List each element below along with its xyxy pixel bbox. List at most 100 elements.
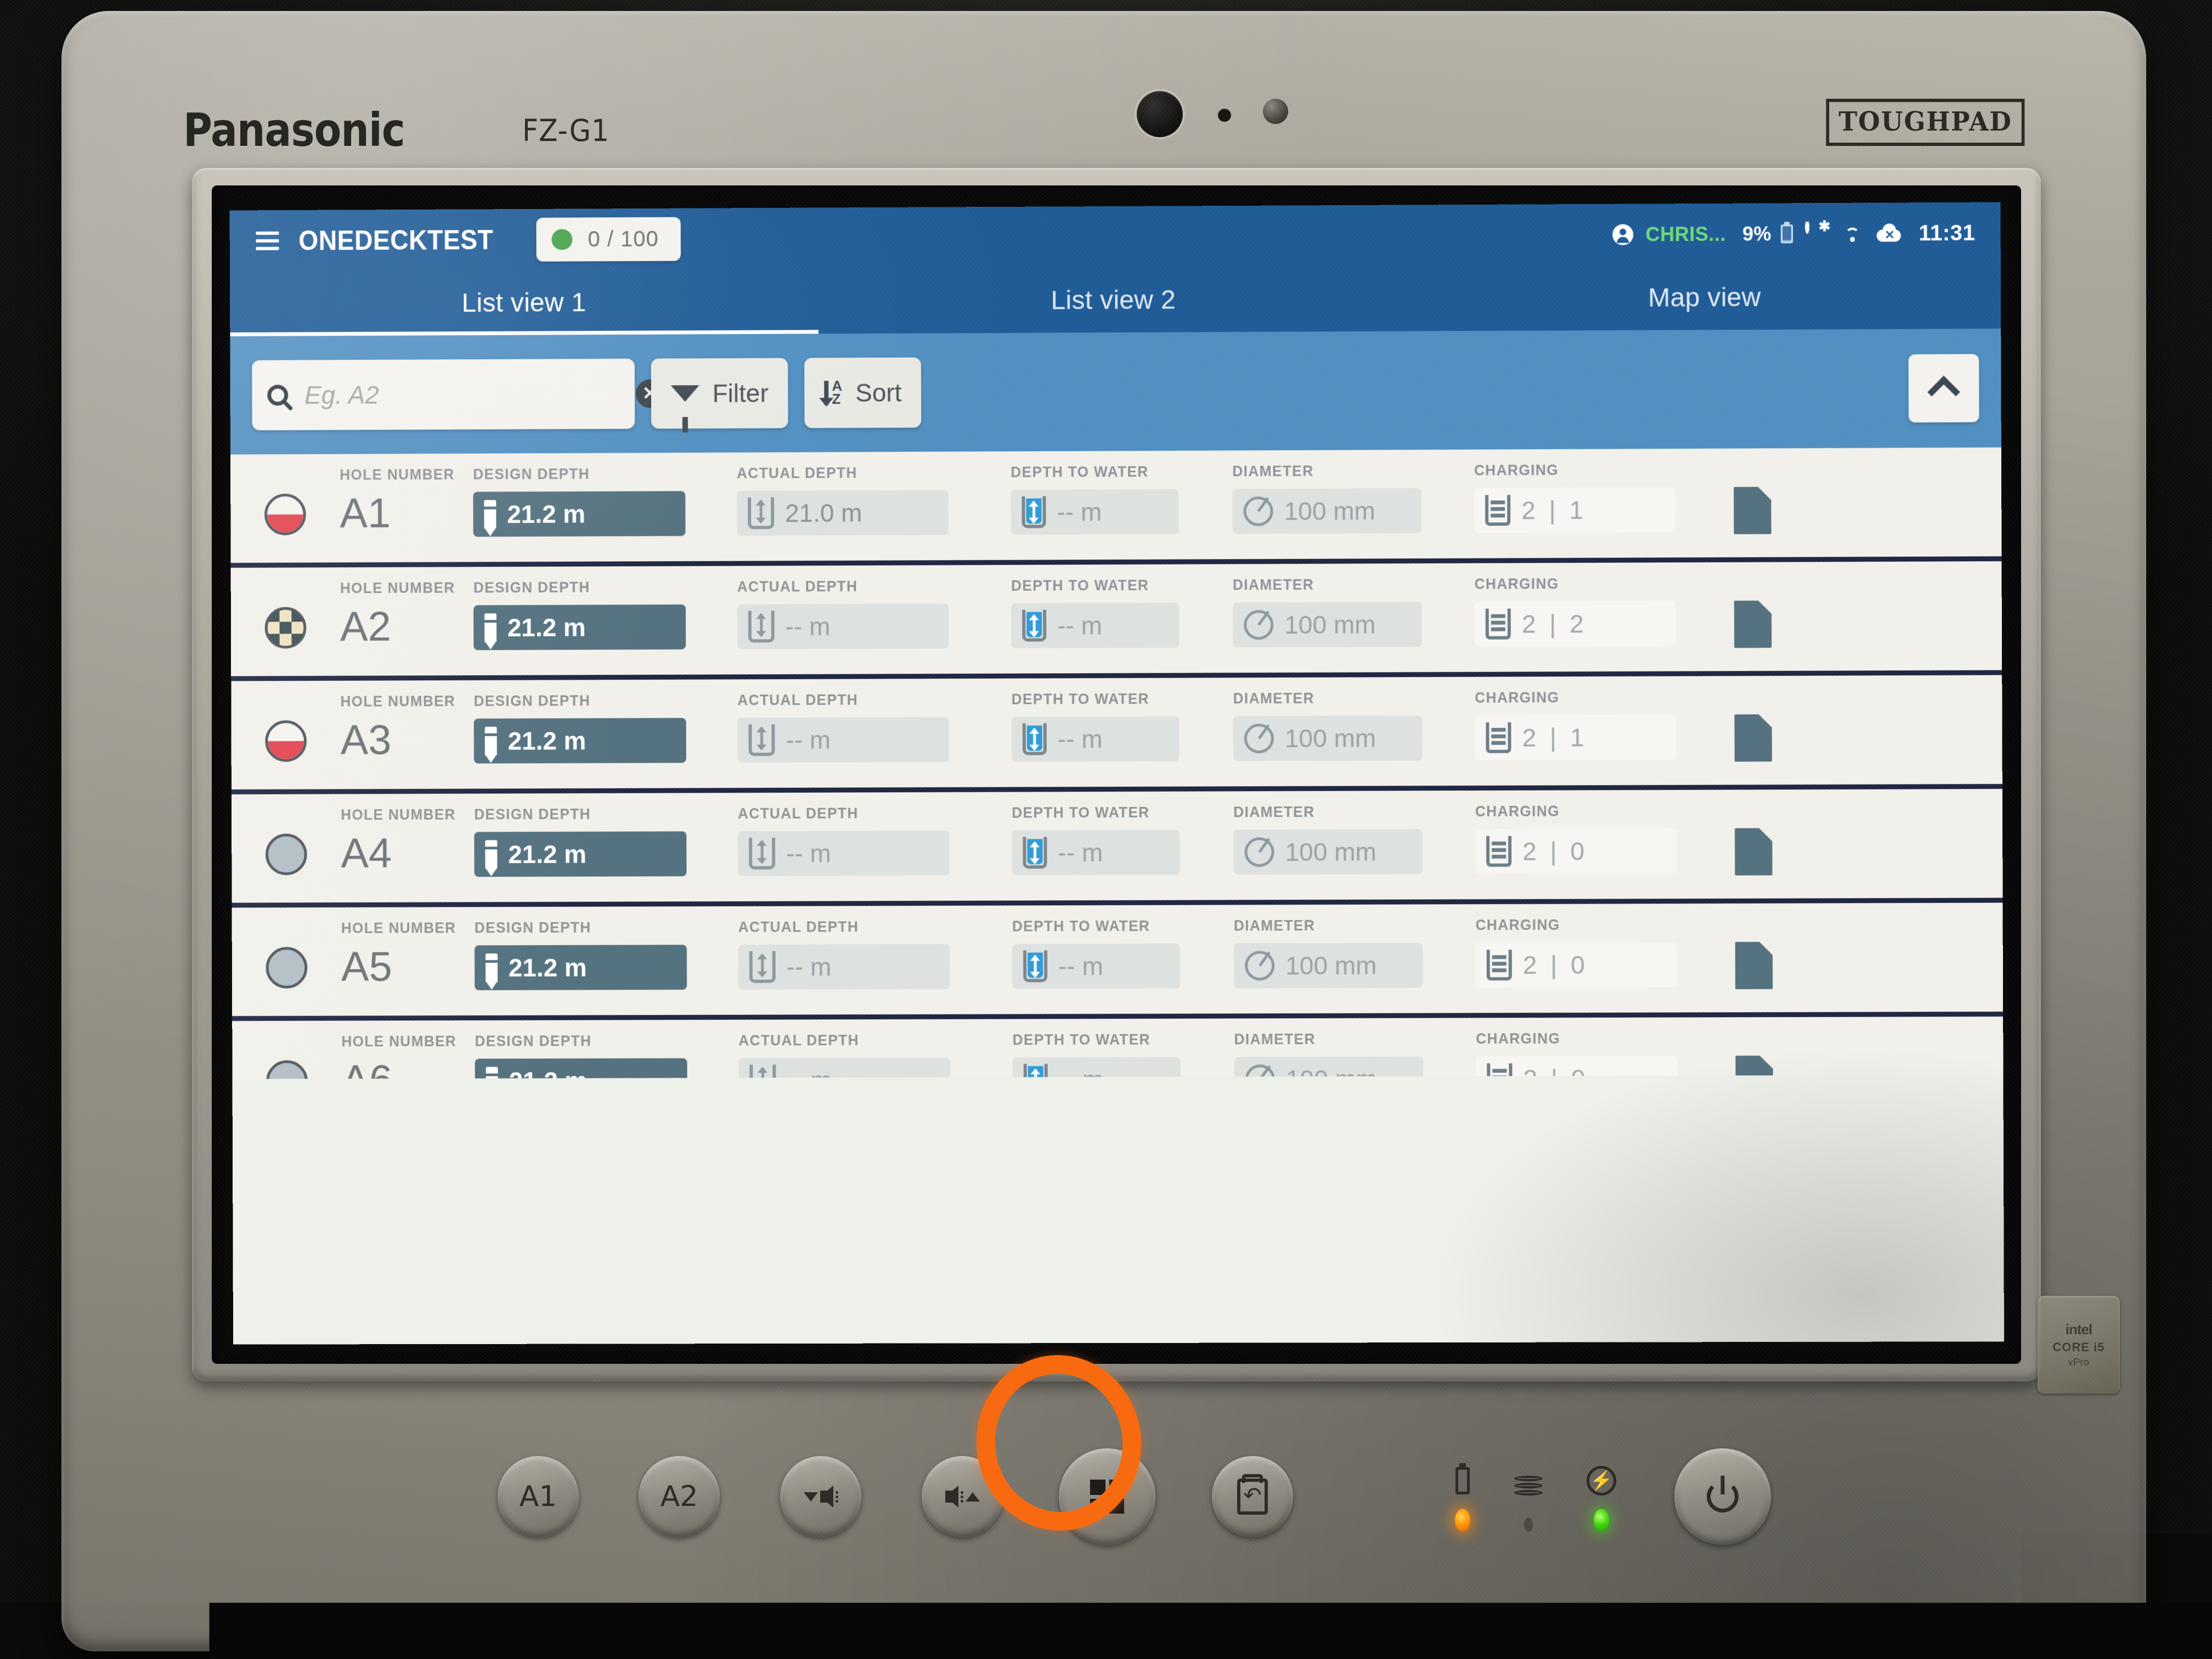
design-depth-field[interactable]: 21.2 m (474, 831, 686, 877)
actual-depth-cell[interactable]: ACTUAL DEPTH -- m (737, 573, 1012, 650)
document-icon[interactable] (1735, 942, 1773, 989)
charging-field[interactable]: 2 | 0 (1475, 828, 1677, 874)
charging-cell[interactable]: CHARGING 2 | 0 (1475, 798, 1699, 874)
table-row[interactable]: HOLE NUMBER A1 DESIGN DEPTH 21.2 m ACTUA… (230, 448, 2002, 568)
depth-to-water-field[interactable]: -- m (1013, 1057, 1181, 1079)
design-depth-cell[interactable]: DESIGN DEPTH 21.2 m (473, 460, 737, 537)
table-row[interactable]: HOLE NUMBER A3 DESIGN DEPTH 21.2 m ACTUA… (231, 675, 2002, 794)
actual-depth-cell[interactable]: ACTUAL DEPTH -- m (738, 913, 1012, 990)
design-depth-field[interactable]: 21.2 m (473, 605, 686, 650)
actual-depth-field[interactable]: -- m (737, 603, 949, 649)
row-status-cell[interactable] (232, 802, 341, 875)
charging-cell[interactable]: CHARGING 2 | 1 (1474, 456, 1697, 533)
depth-to-water-cell[interactable]: DEPTH TO WATER -- m (1011, 572, 1233, 648)
actual-depth-cell[interactable]: ACTUAL DEPTH -- m (738, 1026, 1013, 1079)
design-depth-cell[interactable]: DESIGN DEPTH 21.2 m (473, 574, 737, 651)
design-depth-cell[interactable]: DESIGN DEPTH 21.2 m (475, 914, 738, 990)
tab-list-view-1[interactable]: List view 1 (230, 269, 819, 336)
depth-to-water-field[interactable]: -- m (1011, 489, 1178, 535)
row-status-cell[interactable] (231, 689, 341, 762)
charging-cell[interactable]: CHARGING 2 | 0 (1476, 1025, 1699, 1079)
row-status-cell[interactable] (232, 915, 342, 989)
actual-depth-cell[interactable]: ACTUAL DEPTH 21.0 m (737, 459, 1011, 536)
row-document-cell[interactable] (1698, 684, 1808, 762)
depth-to-water-cell[interactable]: DEPTH TO WATER -- m (1012, 1026, 1234, 1079)
row-document-cell[interactable] (1699, 1025, 1809, 1079)
actual-depth-cell[interactable]: ACTUAL DEPTH -- m (737, 686, 1012, 763)
row-status-cell[interactable] (231, 575, 341, 648)
document-icon[interactable] (1734, 601, 1771, 648)
document-icon[interactable] (1734, 487, 1771, 534)
diameter-cell[interactable]: DIAMETER 100 mm (1234, 912, 1476, 988)
hamburger-icon[interactable] (256, 232, 279, 250)
row-document-cell[interactable] (1697, 456, 1808, 534)
diameter-cell[interactable]: DIAMETER 100 mm (1233, 798, 1475, 874)
search-box[interactable]: ✕ (252, 359, 635, 431)
actual-depth-field[interactable]: 21.0 m (737, 490, 949, 535)
document-icon[interactable] (1735, 1056, 1773, 1079)
diameter-cell[interactable]: DIAMETER 100 mm (1233, 571, 1475, 648)
table-row[interactable]: HOLE NUMBER A5 DESIGN DEPTH 21.2 m ACTUA… (232, 902, 2004, 1021)
depth-to-water-field[interactable]: -- m (1012, 716, 1180, 762)
design-depth-field[interactable]: 21.2 m (475, 1058, 687, 1079)
row-status-cell[interactable] (232, 1028, 342, 1079)
diameter-field[interactable]: 100 mm (1233, 715, 1423, 761)
charging-cell[interactable]: CHARGING 2 | 2 (1474, 570, 1697, 647)
filter-button[interactable]: Filter (651, 358, 788, 429)
table-row[interactable]: HOLE NUMBER A4 DESIGN DEPTH 21.2 m ACTUA… (232, 789, 2003, 908)
depth-to-water-cell[interactable]: DEPTH TO WATER -- m (1011, 458, 1232, 535)
actual-depth-field[interactable]: -- m (738, 944, 950, 990)
charging-cell[interactable]: CHARGING 2 | 1 (1475, 684, 1698, 760)
row-document-cell[interactable] (1697, 569, 1808, 648)
charging-field[interactable]: 2 | 1 (1475, 715, 1676, 760)
charging-cell[interactable]: CHARGING 2 | 0 (1475, 911, 1699, 988)
diameter-cell[interactable]: DIAMETER 100 mm (1232, 457, 1474, 534)
charging-field[interactable]: 2 | 2 (1475, 601, 1676, 646)
row-document-cell[interactable] (1699, 797, 1809, 876)
diameter-cell[interactable]: DIAMETER 100 mm (1234, 1025, 1476, 1079)
rotation-lock-button[interactable] (1212, 1456, 1293, 1537)
diameter-field[interactable]: 100 mm (1234, 1057, 1424, 1079)
design-depth-field[interactable]: 21.2 m (473, 491, 685, 537)
disk-led-lamp (1524, 1517, 1533, 1532)
diameter-field[interactable]: 100 mm (1233, 602, 1422, 647)
depth-to-water-cell[interactable]: DEPTH TO WATER -- m (1012, 912, 1234, 989)
depth-to-water-cell[interactable]: DEPTH TO WATER -- m (1012, 799, 1233, 875)
diameter-field[interactable]: 100 mm (1233, 829, 1423, 874)
sort-button[interactable]: AZ Sort (804, 357, 921, 428)
actual-depth-field[interactable]: -- m (738, 1058, 950, 1079)
tab-map-view[interactable]: Map view (1409, 264, 2001, 331)
design-depth-field[interactable]: 21.2 m (474, 718, 686, 764)
design-depth-field[interactable]: 21.2 m (475, 945, 687, 990)
volume-down-button[interactable] (780, 1456, 861, 1537)
diameter-cell[interactable]: DIAMETER 100 mm (1233, 685, 1475, 761)
depth-to-water-field[interactable]: -- m (1011, 603, 1179, 648)
a1-button[interactable]: A1 (498, 1456, 579, 1537)
depth-to-water-field[interactable]: -- m (1012, 830, 1180, 876)
a2-button[interactable]: A2 (639, 1456, 720, 1537)
progress-count-chip[interactable]: 0 / 100 (537, 217, 681, 262)
table-row[interactable]: HOLE NUMBER A6 DESIGN DEPTH 21.2 m (232, 1017, 2003, 1079)
charging-field[interactable]: 2 | 0 (1476, 1056, 1677, 1079)
design-depth-cell[interactable]: DESIGN DEPTH 21.2 m (474, 687, 738, 763)
actual-depth-cell[interactable]: ACTUAL DEPTH -- m (738, 800, 1012, 876)
charging-field[interactable]: 2 | 0 (1476, 942, 1677, 988)
collapse-toolbar-button[interactable] (1909, 354, 1979, 422)
diameter-field[interactable]: 100 mm (1234, 943, 1423, 988)
tab-list-view-2[interactable]: List view 2 (819, 267, 1409, 334)
diameter-field[interactable]: 100 mm (1232, 488, 1421, 534)
design-depth-cell[interactable]: DESIGN DEPTH 21.2 m (474, 800, 738, 877)
design-depth-cell[interactable]: DESIGN DEPTH 21.2 m (475, 1028, 738, 1079)
depth-to-water-cell[interactable]: DEPTH TO WATER -- m (1012, 685, 1233, 761)
charging-field[interactable]: 2 | 1 (1474, 487, 1675, 533)
document-icon[interactable] (1735, 828, 1773, 875)
power-button[interactable] (1674, 1448, 1771, 1545)
depth-to-water-field[interactable]: -- m (1012, 944, 1180, 989)
document-icon[interactable] (1734, 714, 1771, 761)
table-row[interactable]: HOLE NUMBER A2 DESIGN DEPTH 21.2 m ACTUA… (231, 561, 2002, 681)
row-document-cell[interactable] (1699, 911, 1809, 989)
row-status-cell[interactable] (230, 462, 340, 535)
actual-depth-field[interactable]: -- m (738, 831, 950, 876)
search-input[interactable] (304, 379, 636, 410)
actual-depth-field[interactable]: -- m (737, 717, 949, 763)
